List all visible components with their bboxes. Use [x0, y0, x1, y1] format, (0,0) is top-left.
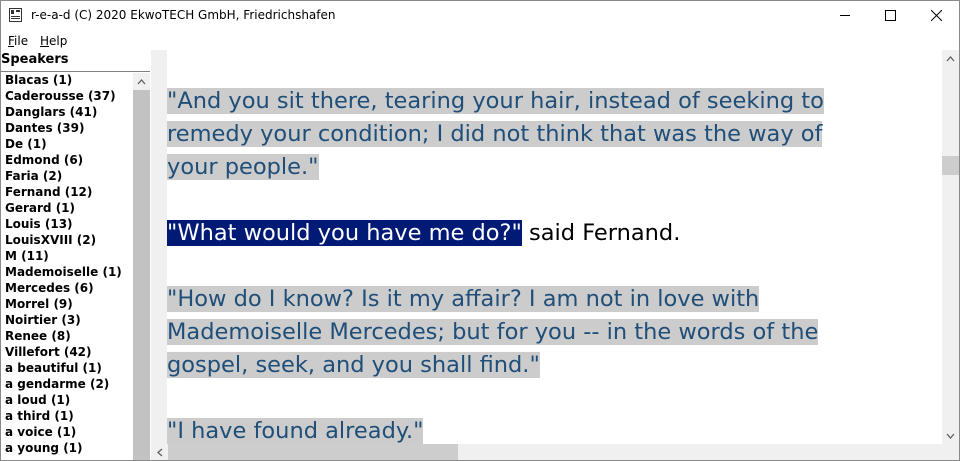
list-item[interactable]: Fernand (12)	[5, 185, 92, 199]
list-item[interactable]: a young (1)	[5, 441, 83, 455]
scroll-up-button[interactable]	[942, 50, 959, 67]
paragraph-quote: "And you sit there, tearing your hair, i…	[167, 85, 824, 184]
highlighted-quote: "And you sit there, tearing your hair, i…	[167, 88, 824, 114]
vertical-scrollbar[interactable]	[942, 50, 959, 445]
scroll-down-button[interactable]	[942, 427, 959, 444]
paragraph-selected: "What would you have me do?" said Fernan…	[167, 217, 680, 250]
list-item[interactable]: Dantes (39)	[5, 121, 84, 135]
speakers-heading: Speakers	[1, 52, 69, 67]
list-item[interactable]: a loud (1)	[5, 393, 70, 407]
list-item[interactable]: Louis (13)	[5, 217, 73, 231]
list-item[interactable]: Mercedes (6)	[5, 281, 94, 295]
divider	[0, 71, 150, 72]
speaker-list[interactable]: Blacas (1) Caderousse (37) Danglars (41) Da…	[0, 73, 133, 461]
list-item[interactable]: Noirtier (3)	[5, 313, 81, 327]
scrollbar-thumb[interactable]	[133, 90, 150, 461]
window-title: r-e-a-d (C) 2020 EkwoTECH GmbH, Friedric…	[31, 8, 336, 22]
scrollbar-thumb[interactable]	[168, 444, 458, 461]
list-item[interactable]: Danglars (41)	[5, 105, 97, 119]
menu-bar: File Help	[0, 31, 960, 50]
list-item[interactable]: a gendarme (2)	[5, 377, 109, 391]
menu-file[interactable]: File	[8, 34, 28, 48]
list-item[interactable]: LouisXVIII (2)	[5, 233, 96, 247]
chevron-up-icon	[137, 78, 146, 84]
highlighted-quote: your people."	[167, 154, 319, 180]
list-item[interactable]: a voice (1)	[5, 425, 76, 439]
paragraph-quote: "How do I know? Is it my affair? I am no…	[167, 283, 819, 382]
title-bar[interactable]: r-e-a-d (C) 2020 EkwoTECH GmbH, Friedric…	[0, 0, 960, 31]
list-item[interactable]: Edmond (6)	[5, 153, 83, 167]
scroll-left-button[interactable]	[151, 444, 168, 461]
list-item[interactable]: Renee (8)	[5, 329, 71, 343]
menu-help[interactable]: Help	[40, 34, 67, 48]
chevron-left-icon	[156, 448, 162, 457]
highlighted-quote: remedy your condition; I did not think t…	[167, 121, 823, 147]
list-item[interactable]: Mademoiselle (1)	[5, 265, 122, 279]
scrollbar-corner	[942, 444, 960, 461]
maximize-button[interactable]	[867, 0, 913, 31]
list-item[interactable]: Gerard (1)	[5, 201, 75, 215]
highlighted-quote: Mademoiselle Mercedes; but for you -- in…	[167, 319, 819, 345]
list-item[interactable]: M (11)	[5, 249, 49, 263]
list-item[interactable]: Morrel (9)	[5, 297, 73, 311]
chevron-up-icon	[946, 55, 955, 61]
speaker-list-scrollbar[interactable]	[133, 73, 150, 461]
list-item[interactable]: Caderousse (37)	[5, 89, 116, 103]
minimize-button[interactable]	[822, 0, 868, 31]
narration-text: said Fernand.	[521, 220, 681, 246]
horizontal-scrollbar[interactable]	[151, 444, 942, 461]
highlighted-quote: "How do I know? Is it my affair? I am no…	[167, 286, 760, 312]
list-item[interactable]: Faria (2)	[5, 169, 62, 183]
text-view[interactable]: "And you sit there, tearing your hair, i…	[167, 50, 942, 445]
highlighted-quote: gospel, seek, and you shall find."	[167, 352, 540, 378]
list-item[interactable]: Villefort (42)	[5, 345, 92, 359]
list-item[interactable]: De (1)	[5, 137, 47, 151]
minimize-icon	[839, 15, 850, 16]
paragraph-quote: "I have found already."	[167, 415, 424, 445]
list-item[interactable]: a third (1)	[5, 409, 74, 423]
scrollbar-thumb[interactable]	[942, 156, 959, 175]
maximize-icon	[884, 10, 896, 21]
chevron-down-icon	[946, 433, 955, 439]
close-icon	[930, 10, 942, 21]
close-button[interactable]	[913, 0, 959, 31]
app-icon	[9, 8, 22, 22]
selected-quote[interactable]: "What would you have me do?"	[167, 220, 522, 246]
list-item[interactable]: a beautiful (1)	[5, 361, 102, 375]
splitter[interactable]	[151, 50, 167, 461]
list-item[interactable]: Blacas (1)	[5, 73, 72, 87]
scroll-up-button[interactable]	[133, 73, 150, 90]
highlighted-quote: "I have found already."	[167, 418, 424, 444]
